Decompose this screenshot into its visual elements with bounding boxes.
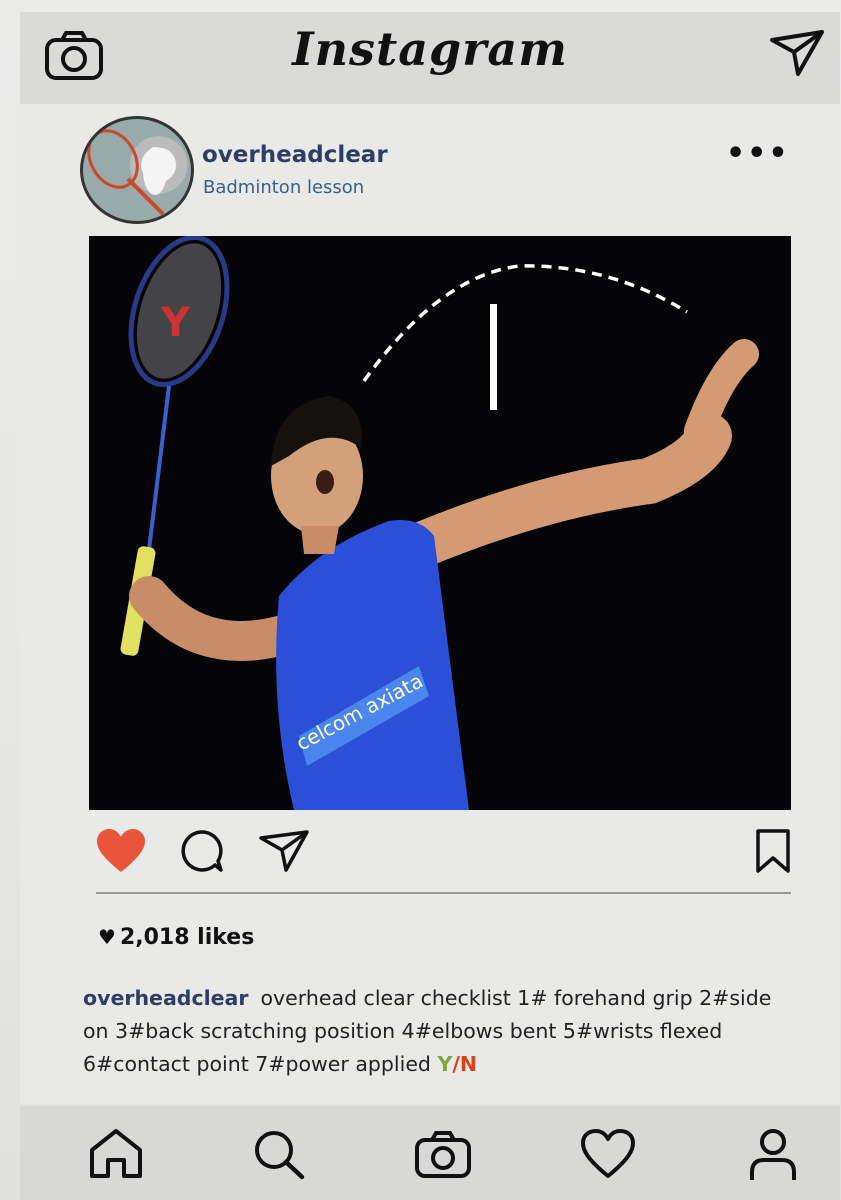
bottom-nav — [20, 1106, 840, 1200]
comment-icon[interactable] — [177, 828, 225, 878]
post-image: Y celcom axiata — [89, 236, 791, 810]
home-icon[interactable] — [88, 1128, 144, 1184]
like-heart-icon[interactable] — [96, 828, 146, 878]
svg-text:Y: Y — [160, 300, 191, 346]
likes-count[interactable]: ♥ 2,018 likes — [98, 925, 254, 950]
post-caption: overheadclear overhead clear checklist 1#… — [83, 982, 803, 1081]
bookmark-icon[interactable] — [754, 828, 792, 878]
caption-yes: Y — [437, 1052, 453, 1076]
small-heart-icon: ♥ — [98, 925, 116, 949]
heart-icon[interactable] — [580, 1128, 636, 1184]
post-subtitle: Badminton lesson — [203, 177, 365, 198]
caption-slash: / — [452, 1052, 460, 1076]
profile-icon[interactable] — [748, 1128, 798, 1186]
likes-text: 2,018 likes — [119, 925, 255, 950]
avatar[interactable] — [80, 116, 194, 224]
search-icon[interactable] — [252, 1128, 306, 1184]
camera-nav-icon[interactable] — [414, 1128, 472, 1184]
post-username[interactable]: overheadclear — [202, 142, 388, 168]
divider — [96, 892, 791, 894]
app-logo: Instagram — [292, 22, 568, 76]
share-icon[interactable] — [258, 828, 310, 878]
top-bar: Instagram — [20, 12, 840, 104]
more-options-button[interactable]: ••• — [726, 136, 790, 171]
paper-plane-icon[interactable] — [768, 26, 826, 82]
caption-no: N — [459, 1052, 477, 1076]
caption-username[interactable]: overheadclear — [83, 986, 249, 1010]
post-actions — [0, 828, 841, 878]
